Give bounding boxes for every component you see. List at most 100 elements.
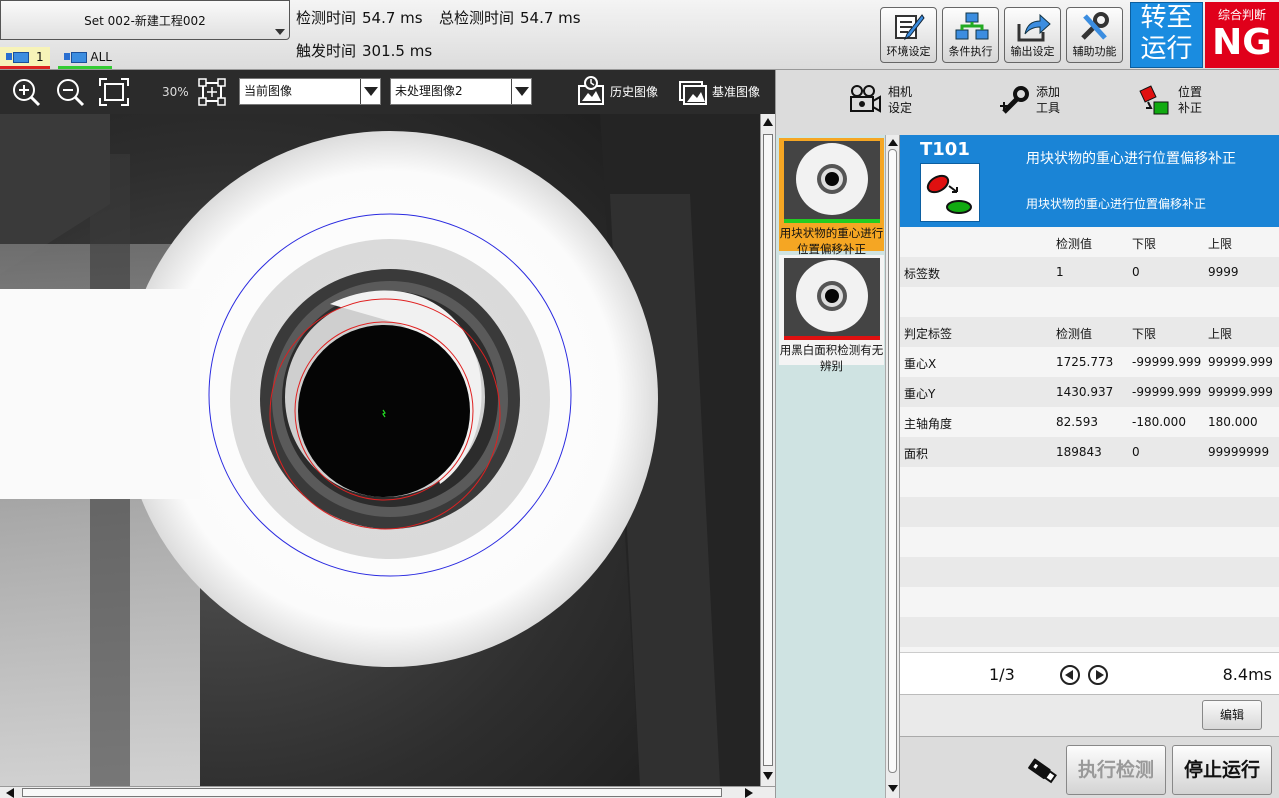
image-vertical-scrollbar[interactable] xyxy=(760,114,775,786)
table-cell: 1725.773 xyxy=(1056,355,1114,369)
header-cell: 判定标签 xyxy=(904,327,953,341)
header-cell: 上限 xyxy=(1208,237,1233,251)
position-correction-line2: 补正 xyxy=(1178,101,1203,115)
add-tool-button[interactable]: 添加 工具 xyxy=(998,84,1060,116)
add-tool-line2: 工具 xyxy=(1036,101,1061,115)
total-detect-time: 总检测时间 54.7 ms xyxy=(439,7,581,28)
table-cell: 1430.937 xyxy=(1056,385,1114,399)
reference-image-button[interactable]: 基准图像 xyxy=(678,76,760,106)
image-horizontal-scrollbar[interactable] xyxy=(0,786,775,798)
execute-detection-button[interactable]: 执行检测 xyxy=(1066,745,1166,795)
table-cell: 9999 xyxy=(1208,265,1239,279)
table-cell: 99999999 xyxy=(1208,445,1270,459)
header-cell: 检测值 xyxy=(1056,237,1093,251)
tool-list: 用块状物的重心进行位置偏移补正 用黑白面积检测有无辨别 xyxy=(775,135,885,798)
add-tool-icon xyxy=(1000,86,1029,114)
tool-detail-panel: T101 用块状物的重心进行位置偏移补正 用块状物的重心进行位置偏移补正 检测值… xyxy=(899,135,1279,798)
tool-item-label: 用黑白面积检测有无辨别 xyxy=(779,343,884,373)
table-row[interactable]: 重心Y 1430.937 -99999.999 99999.999 xyxy=(900,377,1279,407)
scroll-thumb[interactable] xyxy=(22,788,722,797)
table-cell: 重心Y xyxy=(904,387,936,401)
right-toolbar: 相机 设定 添加 工具 位置 补正 xyxy=(775,70,1279,135)
history-image-button[interactable]: 历史图像 xyxy=(576,76,658,106)
image-processing-dropdown[interactable]: 未处理图像2 xyxy=(390,78,532,105)
tool-item-label: 用块状物的重心进行位置偏移补正 xyxy=(779,226,884,256)
conditional-exec-button[interactable]: 条件执行 xyxy=(942,7,999,63)
table-cell: -99999.999 xyxy=(1132,355,1202,369)
set-selector[interactable]: Set 002-新建工程002 xyxy=(0,0,290,40)
camera-tab-all[interactable]: ALL xyxy=(58,47,112,69)
pager: 1/3 8.4ms xyxy=(900,652,1279,694)
header-cell: 检测值 xyxy=(1056,327,1093,341)
table-header: 检测值 下限 上限 xyxy=(900,227,1279,257)
top-bar: Set 002-新建工程002 1 ALL 检测时间 54.7 ms 总检测时间 5… xyxy=(0,0,1279,70)
trigger-time-value: 301.5 ms xyxy=(362,42,433,60)
tool-item[interactable]: 用黑白面积检测有无辨别 xyxy=(779,255,884,373)
tool-item[interactable]: 用块状物的重心进行位置偏移补正 xyxy=(779,138,884,256)
total-detect-time-label: 总检测时间 xyxy=(439,9,515,27)
aux-function-icon xyxy=(1081,12,1109,40)
conditional-exec-icon xyxy=(955,12,989,40)
camera-tab-label: ALL xyxy=(90,49,112,64)
roi-select-icon[interactable] xyxy=(196,77,228,107)
next-page-icon[interactable] xyxy=(1088,665,1108,685)
history-image-icon xyxy=(578,76,604,105)
table-row[interactable]: 标签数 1 0 9999 xyxy=(900,257,1279,287)
output-settings-label: 输出设定 xyxy=(1010,45,1055,58)
position-correction-button[interactable]: 位置 补正 xyxy=(1138,84,1202,116)
detect-time: 检测时间 54.7 ms xyxy=(296,7,423,28)
image-source-dropdown[interactable]: 当前图像 xyxy=(239,78,381,105)
table-cell: -180.000 xyxy=(1132,415,1186,429)
edit-button[interactable]: 编辑 xyxy=(1202,700,1262,730)
run-line2: 运行 xyxy=(1140,34,1193,64)
table-spacer-row xyxy=(900,287,1279,317)
camera-image-view[interactable] xyxy=(0,114,760,786)
env-settings-label: 环境设定 xyxy=(886,45,931,58)
fit-screen-icon[interactable] xyxy=(98,77,130,107)
stop-run-button[interactable]: 停止运行 xyxy=(1172,745,1272,795)
scroll-down-icon[interactable] xyxy=(763,772,773,780)
switch-to-run-button[interactable]: 转至 运行 xyxy=(1130,2,1203,68)
table-row[interactable]: 重心X 1725.773 -99999.999 99999.999 xyxy=(900,347,1279,377)
camera-settings-line2: 设定 xyxy=(888,101,913,115)
usb-icon[interactable] xyxy=(1024,755,1058,785)
scroll-thumb[interactable] xyxy=(763,134,773,766)
table-header: 判定标签 检测值 下限 上限 xyxy=(900,317,1279,347)
table-cell: 0 xyxy=(1132,445,1140,459)
image-source-value: 当前图像 xyxy=(244,84,293,98)
zoom-in-icon[interactable] xyxy=(10,77,42,107)
inspection-image xyxy=(0,114,760,786)
tool-thumbnail xyxy=(783,141,880,219)
camera-icon xyxy=(64,52,88,63)
camera-tab-1[interactable]: 1 xyxy=(0,47,50,69)
tool-thumbnail-image xyxy=(783,141,880,219)
scroll-left-icon[interactable] xyxy=(6,788,14,798)
scroll-right-icon[interactable] xyxy=(745,788,753,798)
table-row[interactable]: 主轴角度 82.593 -180.000 180.000 xyxy=(900,407,1279,437)
camera-icon xyxy=(6,52,29,63)
chevron-down-icon xyxy=(360,79,380,104)
table-row[interactable]: 面积 189843 0 99999999 xyxy=(900,437,1279,467)
scroll-up-icon[interactable] xyxy=(763,118,773,126)
judgement-value: NG xyxy=(1212,22,1272,63)
zoom-out-icon[interactable] xyxy=(54,77,86,107)
table-empty-row xyxy=(900,467,1279,497)
scroll-up-icon[interactable] xyxy=(888,139,898,146)
camera-settings-line1: 相机 xyxy=(888,85,913,99)
table-cell: 1 xyxy=(1056,265,1064,279)
edit-area: 编辑 xyxy=(900,694,1279,736)
run-line1: 转至 xyxy=(1140,3,1193,33)
output-settings-button[interactable]: 输出设定 xyxy=(1004,7,1061,63)
env-settings-button[interactable]: 环境设定 xyxy=(880,7,937,63)
chevron-down-icon xyxy=(275,29,285,35)
page-number: 1/3 xyxy=(989,665,1015,684)
reference-image-icon xyxy=(679,81,707,105)
scroll-down-icon[interactable] xyxy=(888,785,898,792)
aux-function-button[interactable]: 辅助功能 xyxy=(1066,7,1123,63)
camera-settings-button[interactable]: 相机 设定 xyxy=(848,84,912,116)
tool-list-scrollbar[interactable] xyxy=(885,135,899,798)
header-cell: 下限 xyxy=(1132,327,1157,341)
scroll-thumb[interactable] xyxy=(888,149,897,773)
trigger-time: 触发时间 301.5 ms xyxy=(296,40,432,61)
prev-page-icon[interactable] xyxy=(1060,665,1080,685)
